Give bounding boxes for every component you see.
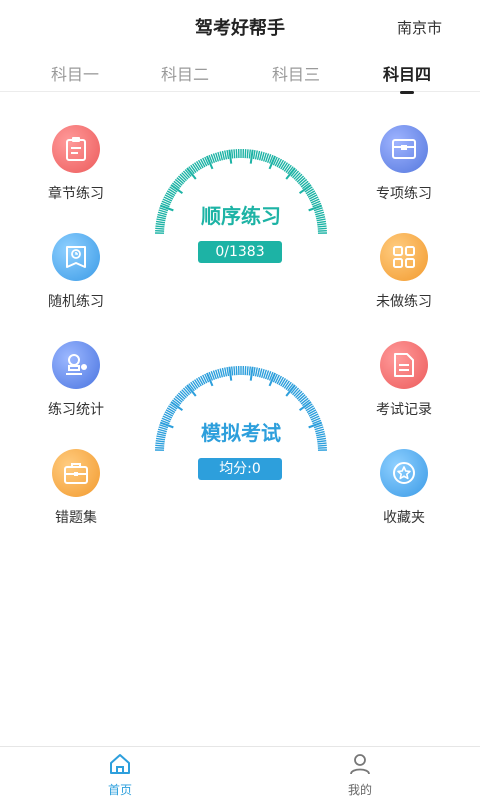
gauge-tick [230, 366, 234, 376]
nav-home[interactable]: 首页 [80, 753, 160, 798]
tab-subject-3[interactable]: 科目三 [256, 61, 336, 85]
gauge-tick [252, 367, 256, 377]
clipboard-icon [52, 125, 100, 173]
feature-label: 练习统计 [48, 402, 104, 418]
gauge-tick [221, 150, 226, 160]
city-selector[interactable]: 南京市 [397, 17, 442, 38]
subject-tabs: 科目一 科目二 科目三 科目四 [0, 52, 480, 94]
clock-book-icon [52, 233, 100, 281]
gauge-tick [252, 150, 256, 160]
feature-label: 章节练习 [48, 186, 104, 202]
exam-records-button[interactable]: 考试记录 [354, 341, 454, 419]
tab-subject-1[interactable]: 科目一 [35, 61, 115, 85]
gauge-tick [224, 150, 228, 160]
feature-label: 未做练习 [376, 294, 432, 310]
tab-subject-2[interactable]: 科目二 [145, 61, 225, 85]
feature-label: 专项练习 [376, 186, 432, 202]
gauge-tick [221, 367, 226, 377]
gauge-tick [228, 366, 233, 381]
grid-icon [380, 233, 428, 281]
document-icon [380, 341, 428, 389]
feature-label: 考试记录 [376, 402, 432, 418]
home-icon [110, 754, 130, 774]
bottom-nav: 首页 我的 [0, 746, 480, 800]
gauge-tick [256, 150, 261, 160]
gauge-tick [246, 366, 249, 376]
tab-subject-4[interactable]: 科目四 [367, 61, 447, 94]
favorites-button[interactable]: 收藏夹 [354, 449, 454, 527]
gauge-tick [224, 367, 228, 377]
gauge-tick [226, 150, 230, 160]
gauge-tick [230, 149, 234, 159]
score-badge: 均分:0 [198, 458, 282, 480]
active-tab-indicator [400, 91, 414, 94]
gauge-tick [233, 366, 236, 376]
briefcase-icon [52, 449, 100, 497]
gauge-tick [248, 366, 252, 376]
special-practice-button[interactable]: 专项练习 [354, 125, 454, 203]
gauge-tick [246, 149, 249, 159]
undone-practice-button[interactable]: 未做练习 [354, 233, 454, 311]
gauge-tick [248, 149, 252, 159]
gauge-tick [254, 150, 258, 160]
wrong-questions-button[interactable]: 错题集 [26, 449, 126, 527]
feature-label: 随机练习 [48, 294, 104, 310]
feature-label: 错题集 [55, 510, 97, 526]
gauge-tick [226, 367, 230, 377]
gauge-tick [233, 149, 236, 159]
chapter-practice-button[interactable]: 章节练习 [26, 125, 126, 203]
tab-label: 科目二 [160, 65, 209, 84]
mock-exam-gauge[interactable]: 模拟考试 均分:0 [151, 362, 331, 512]
gauge-tick [254, 367, 258, 377]
stamp-icon [52, 341, 100, 389]
user-icon [350, 754, 370, 775]
progress-badge: 0/1383 [198, 241, 282, 263]
random-practice-button[interactable]: 随机练习 [26, 233, 126, 311]
tab-label: 科目一 [50, 65, 99, 84]
sequential-practice-gauge[interactable]: 顺序练习 0/1383 [151, 145, 331, 295]
feature-label: 收藏夹 [383, 510, 425, 526]
gauge-tick [228, 149, 233, 164]
nav-label: 我的 [347, 783, 372, 797]
gauge-tick [249, 366, 254, 381]
gauge-title: 模拟考试 [201, 421, 281, 445]
tab-label: 科目三 [271, 65, 320, 84]
box-icon [380, 125, 428, 173]
nav-profile[interactable]: 我的 [320, 753, 400, 798]
practice-stats-button[interactable]: 练习统计 [26, 341, 126, 419]
tab-label: 科目四 [382, 65, 431, 84]
header: 驾考好帮手 南京市 [0, 0, 480, 52]
star-icon [380, 449, 428, 497]
gauge-title: 顺序练习 [201, 204, 281, 228]
gauge-tick [256, 367, 261, 377]
gauge-tick [249, 149, 254, 164]
nav-label: 首页 [107, 783, 132, 797]
